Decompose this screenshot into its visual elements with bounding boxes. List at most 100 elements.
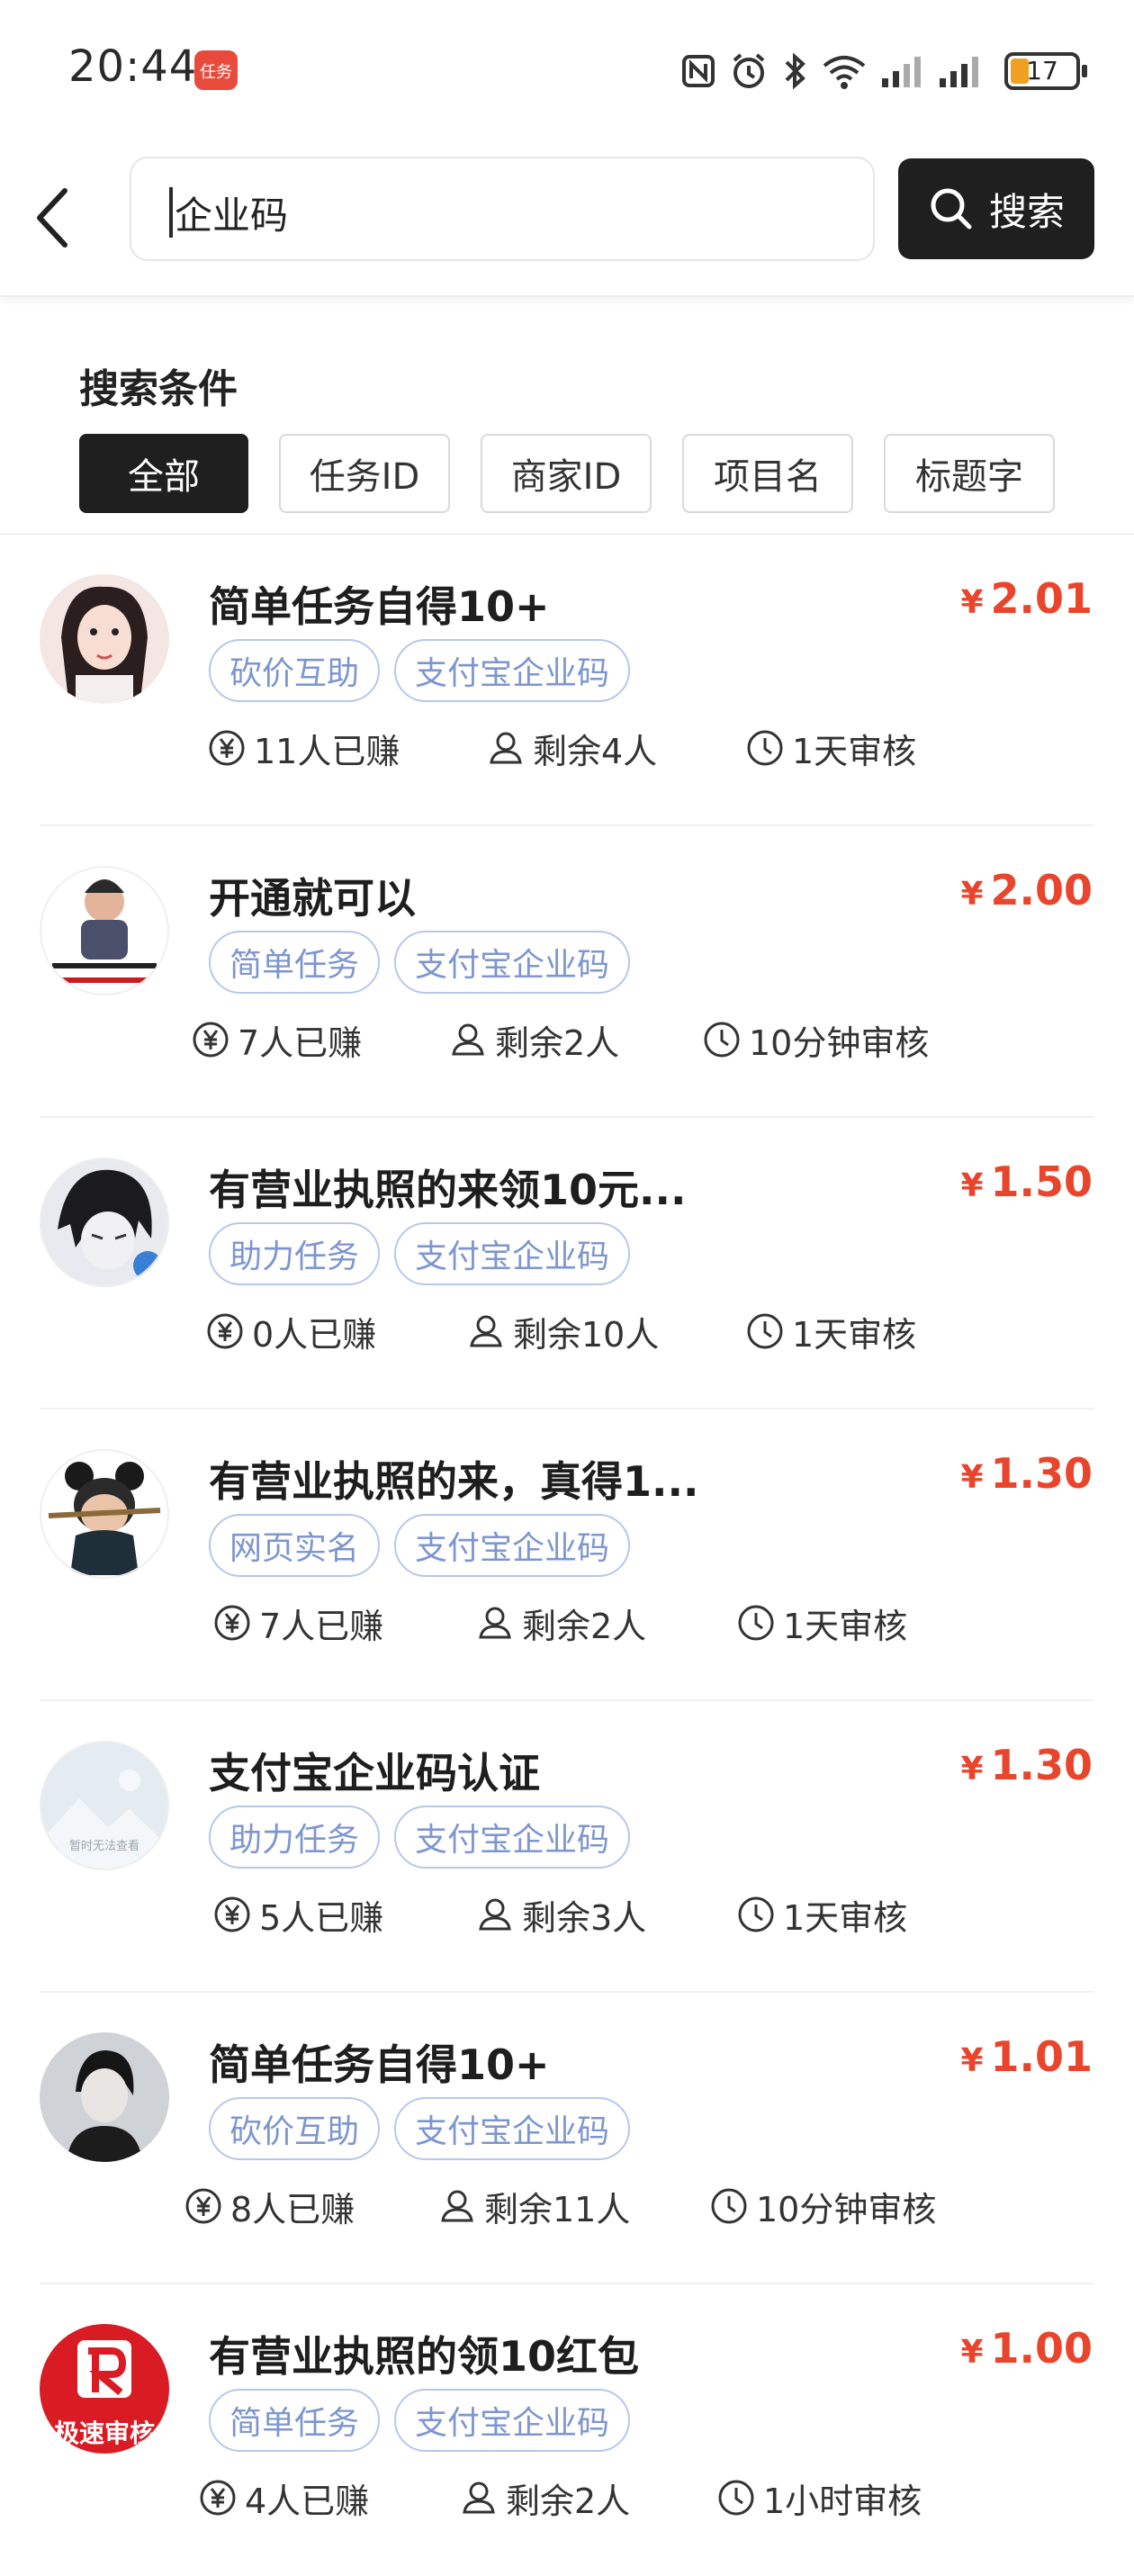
task-card[interactable]: 简单任务自得10+ ¥2.01 砍价互助 支付宝企业码 11人已赚 剩余4人 1… [0, 535, 1134, 826]
task-tag: 简单任务 [209, 2389, 380, 2452]
chevron-left-icon [37, 188, 68, 248]
earned-count: 4人已赚 [245, 2481, 370, 2521]
earned-count: 0人已赚 [252, 1314, 377, 1355]
person-icon [441, 2190, 473, 2222]
clock-icon [738, 1896, 774, 1932]
earned-count: 5人已赚 [259, 1897, 384, 1938]
filter-chip-all[interactable]: 全部 [79, 434, 248, 513]
nfc-icon [680, 53, 716, 89]
yen-coin-icon [214, 1896, 250, 1932]
app-notification-icon: 任务 [194, 50, 238, 90]
stat-earned: 4人已赚 [198, 2470, 369, 2526]
task-title: 有营业执照的来，真得1... [209, 1457, 699, 1506]
search-button-label: 搜索 [988, 189, 1065, 234]
search-query: 企业码 [175, 194, 289, 238]
stat-review: 10分钟审核 [709, 2178, 936, 2234]
alarm-icon [729, 51, 769, 91]
task-tag: 支付宝企业码 [394, 1514, 630, 1577]
task-tag: 砍价互助 [209, 639, 380, 702]
person-icon [490, 732, 522, 764]
review-time: 1小时审核 [763, 2481, 922, 2521]
task-tag: 助力任务 [209, 1222, 380, 1285]
filter-chip-title-keyword[interactable]: 标题字 [884, 434, 1055, 513]
stat-earned: 0人已赚 [205, 1303, 376, 1359]
clock-icon [711, 2188, 747, 2224]
text-caret [169, 187, 173, 238]
search-header: 企业码 搜索 [0, 135, 1134, 297]
stat-review: 1天审核 [736, 1887, 907, 1942]
wifi-icon [821, 51, 868, 91]
remaining-count: 剩余2人 [495, 1022, 620, 1063]
remaining-count: 剩余4人 [533, 731, 658, 771]
task-title: 简单任务自得10+ [209, 582, 550, 631]
review-time: 1天审核 [783, 1897, 908, 1938]
clock-icon [718, 2480, 754, 2516]
status-icons: 17 [680, 47, 1087, 95]
avatar [40, 866, 169, 995]
filter-title: 搜索条件 [79, 366, 238, 412]
earned-count: 11人已赚 [254, 731, 400, 771]
yen-coin-icon [193, 1022, 229, 1058]
remaining-count: 剩余2人 [522, 1606, 647, 1646]
search-button[interactable]: 搜索 [898, 158, 1094, 259]
task-price: ¥2.00 [960, 866, 1093, 914]
stat-earned: 11人已赚 [207, 720, 400, 776]
task-card[interactable]: 有营业执照的来，真得1... ¥1.30 网页实名 支付宝企业码 7人已赚 剩余… [0, 1410, 1134, 1701]
yen-coin-icon [209, 730, 245, 766]
person-icon [479, 1607, 511, 1639]
back-button[interactable] [27, 182, 81, 254]
stat-review: 10分钟审核 [702, 1012, 929, 1067]
task-tag: 网页实名 [209, 1514, 380, 1577]
search-icon [931, 188, 972, 230]
app-badge-text: 任务 [200, 63, 232, 82]
task-tag: 支付宝企业码 [394, 2389, 630, 2452]
stat-remaining: 剩余4人 [486, 720, 657, 776]
yen-coin-icon [214, 1605, 250, 1641]
clock-icon [747, 730, 783, 766]
task-price: ¥1.01 [960, 2032, 1093, 2081]
stat-review: 1天审核 [745, 720, 916, 776]
avatar-placeholder-text: 暂时无法查看 [68, 1840, 140, 1853]
stat-remaining: 剩余10人 [466, 1303, 659, 1359]
avatar: 暂时无法查看 [40, 1741, 169, 1870]
task-card[interactable]: 暂时无法查看 支付宝企业码认证 ¥1.30 助力任务 支付宝企业码 5人已赚 剩… [0, 1701, 1134, 1993]
filter-chip-project-name[interactable]: 项目名 [682, 434, 853, 513]
task-tag: 支付宝企业码 [394, 1806, 630, 1869]
stat-earned: 7人已赚 [212, 1595, 383, 1651]
task-card[interactable]: 有营业执照的来领10元... ¥1.50 助力任务 支付宝企业码 0人已赚 剩余… [0, 1118, 1134, 1410]
yen-coin-icon [207, 1313, 243, 1349]
clock-icon [738, 1605, 774, 1641]
stat-review: 1天审核 [736, 1595, 907, 1651]
task-title: 有营业执照的领10红包 [209, 2332, 640, 2381]
stat-remaining: 剩余11人 [437, 2178, 630, 2234]
clock-icon [704, 1022, 740, 1058]
status-bar: 20:44 任务 17 [0, 0, 1134, 135]
person-icon [479, 1898, 511, 1931]
task-price: ¥1.30 [960, 1449, 1093, 1498]
bluetooth-icon [781, 51, 808, 91]
avatar [40, 1449, 169, 1579]
avatar [40, 2032, 169, 2162]
review-time: 1天审核 [783, 1606, 908, 1646]
task-title: 支付宝企业码认证 [209, 1749, 540, 1797]
stat-remaining: 剩余2人 [448, 1012, 619, 1067]
remaining-count: 剩余10人 [513, 1314, 660, 1355]
task-card[interactable]: 开通就可以 ¥2.00 简单任务 支付宝企业码 7人已赚 剩余2人 10分钟审核 [0, 826, 1134, 1118]
avatar [40, 1157, 169, 1287]
task-title: 简单任务自得10+ [209, 2040, 550, 2089]
search-input[interactable]: 企业码 [130, 157, 875, 261]
stat-earned: 5人已赚 [212, 1887, 383, 1942]
task-card[interactable]: 简单任务自得10+ ¥1.01 砍价互助 支付宝企业码 8人已赚 剩余11人 1… [0, 1993, 1134, 2284]
review-time: 1天审核 [792, 731, 917, 771]
person-icon [463, 2481, 495, 2514]
task-card[interactable]: 极速审核 有营业执照的领10红包 ¥1.00 简单任务 支付宝企业码 4人已赚 … [0, 2284, 1134, 2576]
yen-coin-icon [185, 2188, 221, 2224]
filter-chip-task-id[interactable]: 任务ID [279, 434, 450, 513]
avatar: 极速审核 [40, 2324, 169, 2454]
yen-coin-icon [200, 2480, 236, 2516]
task-price: ¥1.00 [960, 2324, 1093, 2373]
filter-chip-merchant-id[interactable]: 商家ID [481, 434, 652, 513]
status-time: 20:44 [68, 41, 198, 92]
stat-review: 1小时审核 [716, 2470, 922, 2526]
task-tag: 砍价互助 [209, 2097, 380, 2160]
